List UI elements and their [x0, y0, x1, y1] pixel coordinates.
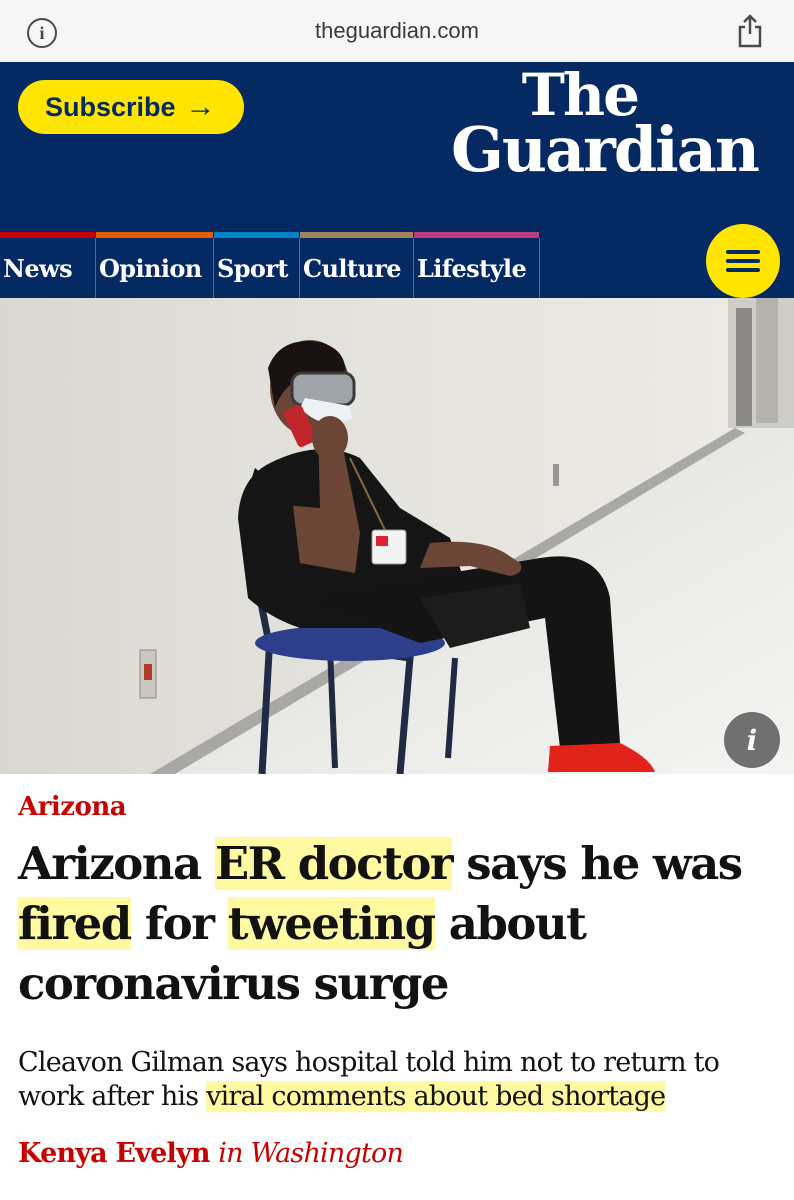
article-standfirst: Cleavon Gilman says hospital told him no…: [18, 1046, 778, 1114]
arrow-right-icon: →: [185, 90, 216, 123]
byline-location: in Washington: [218, 1138, 404, 1169]
hamburger-menu-icon[interactable]: [706, 224, 780, 298]
standfirst-highlight: viral comments about bed shortage: [206, 1081, 666, 1112]
section-nav: News Opinion Sport Culture Lifestyle: [0, 224, 794, 298]
nav-item-news[interactable]: News: [0, 238, 96, 298]
subscribe-button[interactable]: Subscribe →: [18, 80, 244, 134]
headline-part: Arizona: [18, 837, 215, 890]
nav-item-lifestyle[interactable]: Lifestyle: [414, 238, 540, 298]
headline-highlight: tweeting: [227, 897, 436, 950]
author-name-link[interactable]: Kenya Evelyn: [18, 1138, 210, 1169]
browser-address-bar: i theguardian.com: [0, 0, 794, 62]
doctor-in-hallway-photo: [0, 298, 794, 774]
headline-part: for: [130, 897, 228, 950]
url-text[interactable]: theguardian.com: [0, 18, 794, 44]
headline-part: says he was: [452, 837, 743, 890]
headline-highlight: ER doctor: [214, 837, 454, 890]
article-hero-image: i: [0, 298, 794, 774]
article-kicker[interactable]: Arizona: [18, 792, 127, 822]
nav-item-sport[interactable]: Sport: [214, 238, 300, 298]
guardian-logo[interactable]: The Guardian: [428, 66, 760, 186]
article-byline: Kenya Evelyn in Washington: [18, 1138, 404, 1169]
site-masthead: Subscribe → The Guardian News Opinion Spor…: [0, 62, 794, 298]
nav-item-culture[interactable]: Culture: [300, 238, 414, 298]
nav-item-opinion[interactable]: Opinion: [96, 238, 214, 298]
headline-highlight: fired: [18, 897, 132, 950]
share-icon[interactable]: [737, 14, 763, 48]
image-caption-info-button[interactable]: i: [724, 712, 780, 768]
subscribe-label: Subscribe: [45, 91, 176, 122]
article-headline: Arizona ER doctor says he was fired for …: [18, 834, 778, 1014]
logo-line-2: Guardian: [450, 113, 760, 186]
